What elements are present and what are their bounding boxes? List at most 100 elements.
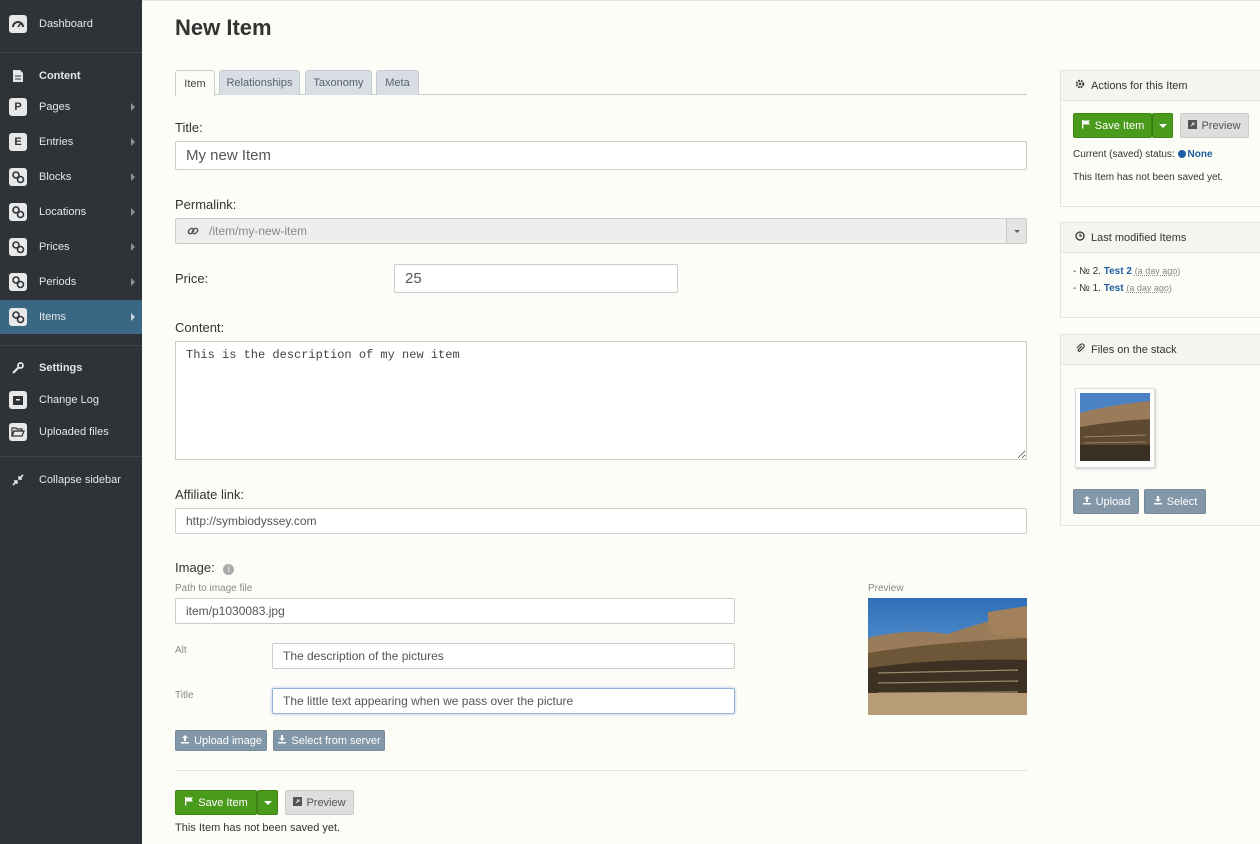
compress-icon (9, 471, 27, 489)
info-icon[interactable]: i (223, 564, 235, 575)
sidebar-item-label: Locations (39, 206, 87, 218)
upload-file-button[interactable]: Upload (1073, 489, 1139, 514)
sidebar-item-entries[interactable]: E Entries (0, 125, 142, 159)
status-line: Current (saved) status: None (1073, 149, 1213, 160)
actions-panel: Actions for this Item Save Item Preview … (1060, 70, 1260, 207)
sidebar-save-options-dropdown[interactable] (1152, 113, 1173, 138)
item-number: - № 1. (1073, 283, 1101, 294)
content-label: Content: (175, 320, 225, 335)
sidebar-item-label: Pages (39, 101, 71, 113)
sidebar-section-settings[interactable]: Settings (0, 351, 142, 385)
image-alt-input[interactable]: The description of the pictures (272, 643, 735, 669)
list-item: - № 1. Test (a day ago) (1073, 283, 1172, 294)
price-input[interactable]: 25 (394, 264, 678, 293)
sidebar-section-content[interactable]: Content (0, 59, 142, 93)
preview-label: Preview (868, 583, 904, 594)
cogs-icon (9, 273, 27, 291)
sidebar-item-label: Collapse sidebar (39, 474, 121, 486)
flag-icon (1081, 119, 1091, 132)
permalink-dropdown-button[interactable] (1006, 219, 1026, 243)
tab-relationships[interactable]: Relationships (219, 70, 300, 95)
caret-down-icon (1158, 123, 1167, 128)
cogs-icon (9, 238, 27, 256)
save-item-label: Save Item (198, 796, 248, 809)
sidebar-item-label: Prices (39, 241, 70, 253)
document-icon (9, 67, 27, 85)
item-ago: (a day ago) (1126, 283, 1172, 293)
permalink-field[interactable]: /item/my-new-item (175, 218, 1027, 244)
list-item: - № 2. Test 2 (a day ago) (1073, 266, 1180, 277)
image-title-input[interactable]: The little text appearing when we pass o… (272, 688, 735, 714)
sidebar-item-blocks[interactable]: Blocks (0, 160, 142, 194)
collapse-sidebar-button[interactable]: Collapse sidebar (0, 463, 142, 497)
actions-panel-header: Actions for this Item (1061, 71, 1260, 101)
preview-label: Preview (1201, 119, 1241, 132)
upload-icon (1082, 495, 1092, 508)
item-link[interactable]: Test 2 (1104, 266, 1132, 277)
sidebar-item-items[interactable]: Items (0, 300, 142, 334)
gear-icon (1075, 79, 1085, 92)
actions-panel-title: Actions for this Item (1091, 79, 1188, 92)
select-label: Select (1166, 495, 1198, 508)
files-panel-title: Files on the stack (1091, 343, 1177, 356)
affiliate-link-input[interactable]: http://symbiodyssey.com (175, 508, 1027, 534)
sidebar-item-prices[interactable]: Prices (0, 230, 142, 264)
sidebar-item-periods[interactable]: Periods (0, 265, 142, 299)
image-label: Image: (175, 560, 215, 575)
cogs-icon (9, 168, 27, 186)
select-from-server-label: Select from server (291, 734, 381, 747)
upload-image-button[interactable]: Upload image (175, 730, 267, 751)
link-icon (187, 225, 199, 240)
chevron-right-icon (131, 278, 135, 286)
folder-open-icon (9, 423, 27, 441)
price-label: Price: (175, 271, 209, 286)
files-panel: Files on the stack Upload Select (1060, 334, 1260, 526)
chevron-right-icon (131, 313, 135, 321)
item-link[interactable]: Test (1104, 283, 1124, 294)
sidebar-item-pages[interactable]: P Pages (0, 90, 142, 124)
select-file-button[interactable]: Select (1144, 489, 1206, 514)
sidebar: Dashboard Content P Pages E Entries Bloc… (0, 0, 142, 844)
alt-label: Alt (175, 645, 187, 656)
sidebar-item-change-log[interactable]: Change Log (0, 383, 142, 417)
sidebar-item-locations[interactable]: Locations (0, 195, 142, 229)
sidebar-save-item-button[interactable]: Save Item (1073, 113, 1152, 138)
item-number: - № 2. (1073, 266, 1101, 277)
save-options-dropdown[interactable] (257, 790, 278, 815)
tab-taxonomy[interactable]: Taxonomy (305, 70, 372, 95)
path-label: Path to image file (175, 583, 253, 594)
tab-item[interactable]: Item (175, 70, 215, 96)
content-textarea[interactable]: This is the description of my new item (175, 341, 1027, 460)
chevron-right-icon (131, 173, 135, 181)
sidebar-item-uploaded-files[interactable]: Uploaded files (0, 415, 142, 449)
image-title-label: Title (175, 690, 194, 701)
preview-button[interactable]: Preview (285, 790, 354, 815)
clock-icon (1075, 231, 1085, 244)
upload-icon (180, 734, 190, 747)
sidebar-preview-button[interactable]: Preview (1180, 113, 1249, 138)
sidebar-item-label: Entries (39, 136, 74, 148)
tab-bar: Item Relationships Taxonomy Meta (175, 70, 1027, 96)
save-item-label: Save Item (1094, 119, 1145, 132)
upload-label: Upload (1095, 495, 1131, 508)
image-path-input[interactable]: item/p1030083.jpg (175, 598, 735, 624)
flag-icon (184, 796, 194, 809)
upload-image-label: Upload image (194, 734, 262, 747)
title-input[interactable]: My new Item (175, 141, 1027, 170)
stack-file-thumbnail[interactable] (1075, 388, 1155, 468)
dashboard-icon (9, 15, 27, 33)
sidebar-section-label: Settings (39, 362, 83, 374)
image-label-wrap: Image: i (175, 560, 235, 575)
select-from-server-button[interactable]: Select from server (273, 730, 385, 751)
main-content: New Item Item Relationships Taxonomy Met… (142, 0, 1260, 844)
last-modified-title: Last modified Items (1091, 231, 1187, 244)
sidebar-item-dashboard[interactable]: Dashboard (0, 7, 142, 41)
tab-meta[interactable]: Meta (376, 70, 419, 95)
permalink-label: Permalink: (175, 197, 237, 212)
caret-down-icon (263, 800, 272, 805)
sidebar-item-label: Change Log (39, 394, 99, 406)
save-item-button[interactable]: Save Item (175, 790, 257, 815)
sidebar-item-label: Dashboard (39, 18, 93, 30)
item-ago: (a day ago) (1134, 266, 1181, 276)
chevron-right-icon (131, 243, 135, 251)
